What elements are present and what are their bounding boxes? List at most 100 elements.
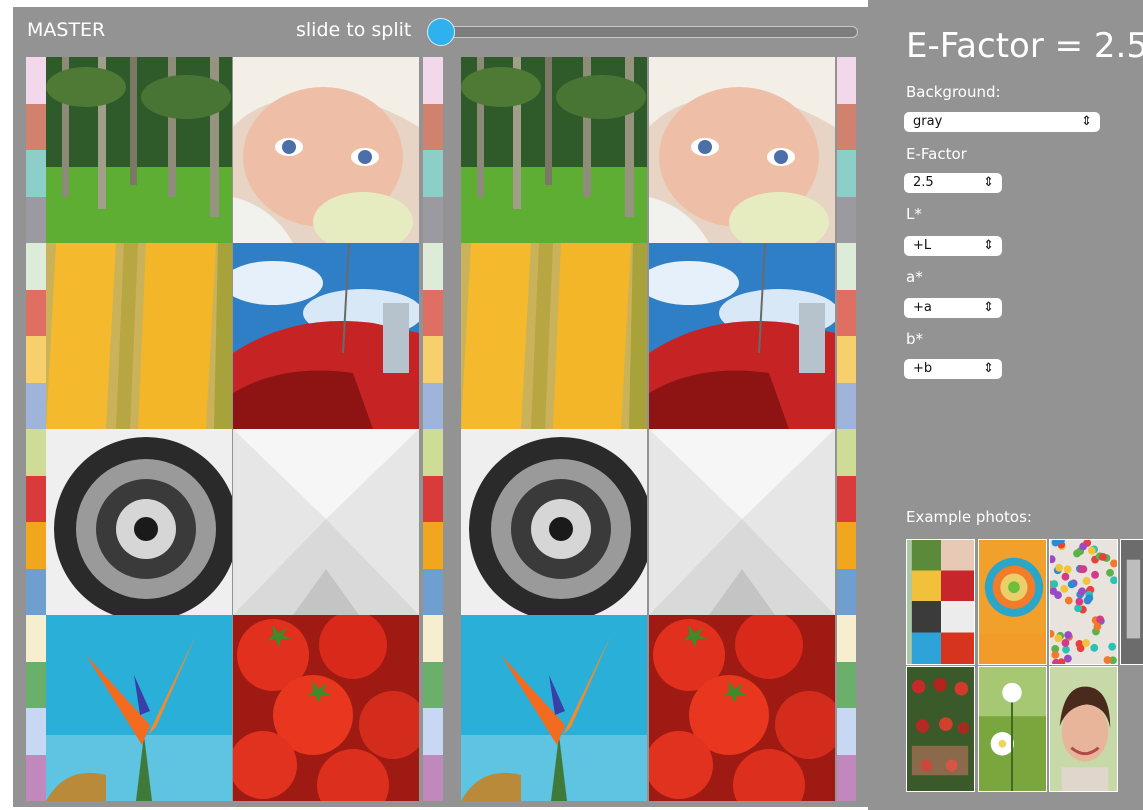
select-arrows-icon: ⇕ [983,361,994,376]
color-patch [423,754,443,801]
color-patch-strip [423,429,443,615]
color-patch [26,615,46,662]
color-patch [26,754,46,801]
color-patch [837,429,856,476]
example-photo-orange-spiral[interactable] [978,539,1047,665]
example-photo-confetti-dots[interactable] [1049,539,1118,665]
background-label: Background: [906,83,1001,101]
color-patch-strip [837,429,856,615]
photo-corn-modified [461,243,647,429]
color-patch [837,615,856,662]
split-slider-thumb[interactable] [427,18,455,46]
color-patch [26,57,46,104]
photo-red-truck-master [233,243,419,429]
photo-corn-master [46,243,232,429]
image-viewer: MASTER slide to split [13,7,868,807]
a-star-select[interactable]: +a ⇕ [904,298,1002,318]
color-patch [423,103,443,150]
color-patch [837,150,856,197]
color-patch [837,57,856,104]
select-arrows-icon: ⇕ [983,300,994,315]
split-slider-track[interactable] [431,26,858,38]
color-patch [26,289,46,336]
photo-bird-of-paradise-master [46,615,232,801]
color-patch [837,382,856,429]
color-patch [837,196,856,243]
b-star-select[interactable]: +b ⇕ [904,359,1002,379]
efactor-label: E-Factor [906,145,967,163]
photo-palm-trees-master [46,57,232,243]
b-star-label: b* [906,330,924,348]
photo-red-truck-modified [649,243,835,429]
l-star-label: L* [906,205,922,223]
l-star-select[interactable]: +L ⇕ [904,236,1002,256]
efactor-select[interactable]: 2.5 ⇕ [904,173,1002,193]
color-patch [837,243,856,290]
color-patch [837,568,856,615]
color-patch [26,522,46,569]
example-photo-bw-portrait[interactable] [1120,539,1143,665]
l-star-select-value: +L [913,238,932,253]
color-patch-strip [26,57,46,243]
b-star-select-value: +b [913,361,933,376]
color-patch [837,522,856,569]
color-patch [837,708,856,755]
color-patch [26,243,46,290]
color-patch [423,196,443,243]
select-arrows-icon: ⇕ [983,238,994,253]
efactor-title: E-Factor = 2.5 [906,26,1143,66]
color-patch-strip [26,243,46,429]
color-patch [26,568,46,615]
example-photo-produce-market[interactable] [906,666,975,792]
settings-panel: E-Factor = 2.5 Background: gray ⇕ E-Fact… [868,0,1143,810]
color-patch [423,708,443,755]
background-select-value: gray [913,114,943,129]
photo-spiral-staircase-master [46,429,232,615]
color-patch-strip [837,243,856,429]
a-star-label: a* [906,268,923,286]
color-patch [26,382,46,429]
color-patch [837,661,856,708]
color-patch [26,661,46,708]
color-patch [423,568,443,615]
split-slider-label: slide to split [296,19,412,41]
example-photo-grid-sample[interactable] [906,539,975,665]
color-patch [423,429,443,476]
color-patch-strip [26,615,46,801]
color-patch [837,336,856,383]
photo-tomatoes-master [233,615,419,801]
color-patch [26,708,46,755]
color-patch [26,475,46,522]
color-patch [26,196,46,243]
color-patch-strip [423,615,443,801]
select-arrows-icon: ⇕ [983,175,994,190]
color-patch [423,522,443,569]
color-patch [837,289,856,336]
color-patch [423,243,443,290]
color-patch [26,429,46,476]
photo-tomatoes-modified [649,615,835,801]
photo-bird-of-paradise-modified [461,615,647,801]
color-patch [837,475,856,522]
example-photo-white-flower[interactable] [978,666,1047,792]
color-patch [423,336,443,383]
photo-palm-trees-modified [461,57,647,243]
photo-spiral-staircase-modified [461,429,647,615]
color-patch [423,57,443,104]
efactor-select-value: 2.5 [913,175,934,190]
color-patch [423,289,443,336]
color-patch [26,150,46,197]
photo-white-paper-master [233,429,419,615]
color-patch [26,336,46,383]
example-photo-smiling-woman[interactable] [1049,666,1118,792]
photo-baby-master [233,57,419,243]
color-patch [423,475,443,522]
color-patch [423,150,443,197]
select-arrows-icon: ⇕ [1081,114,1092,129]
photo-baby-modified [649,57,835,243]
photo-white-paper-modified [649,429,835,615]
a-star-select-value: +a [913,300,932,315]
color-patch-strip [837,57,856,243]
background-select[interactable]: gray ⇕ [904,112,1100,132]
color-patch-strip [423,243,443,429]
